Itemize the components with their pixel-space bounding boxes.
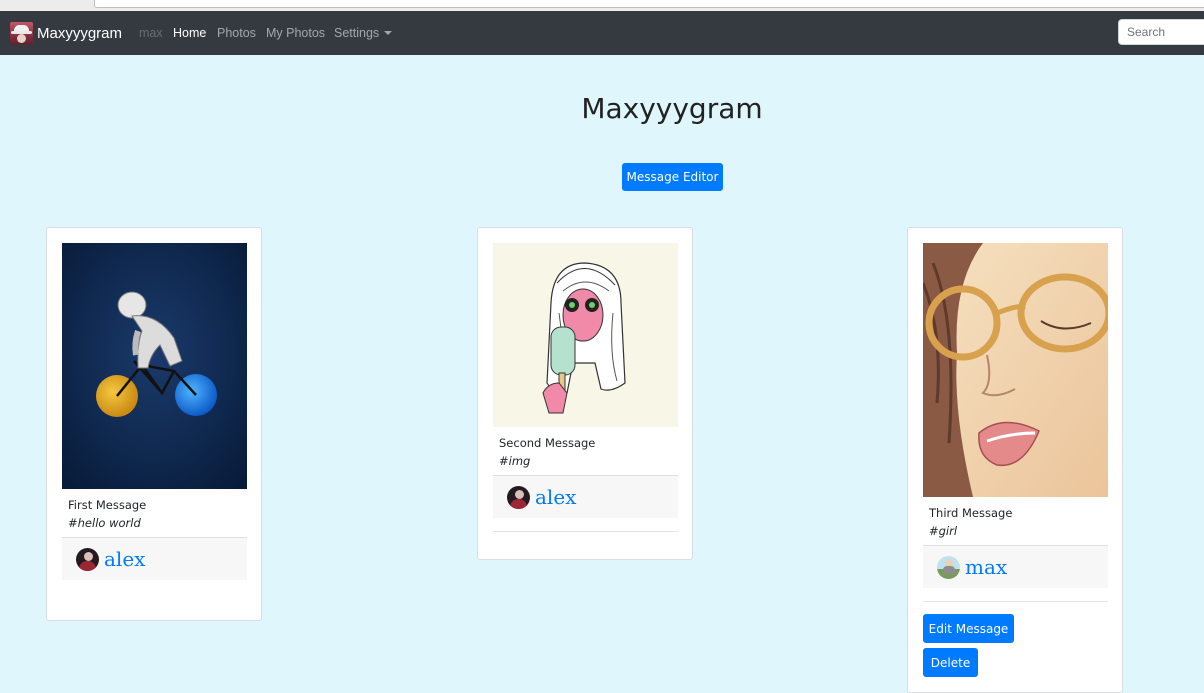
author-link[interactable]: alex bbox=[104, 549, 145, 569]
author-avatar bbox=[76, 547, 99, 571]
address-bar[interactable] bbox=[94, 0, 1204, 8]
message-card: First Message #hello world alex bbox=[46, 227, 262, 621]
nav-settings-dropdown[interactable]: Settings bbox=[334, 26, 393, 40]
brand-name: Maxyyygram bbox=[37, 24, 123, 42]
message-photo[interactable] bbox=[493, 243, 678, 427]
message-tag: #img bbox=[499, 454, 531, 468]
message-tag: #girl bbox=[929, 524, 958, 538]
astronaut-bike-image bbox=[62, 243, 247, 489]
message-card: Third Message #girl max Edit Message Del… bbox=[907, 227, 1123, 693]
author-avatar bbox=[937, 555, 960, 579]
message-photo[interactable] bbox=[62, 243, 247, 489]
message-title: First Message bbox=[68, 498, 147, 512]
author-link[interactable]: alex bbox=[535, 487, 576, 507]
author-avatar bbox=[507, 485, 530, 509]
message-title: Third Message bbox=[929, 506, 1013, 520]
message-editor-button[interactable]: Message Editor bbox=[622, 163, 723, 191]
message-card: Second Message #img alex bbox=[477, 227, 693, 560]
search-input[interactable] bbox=[1118, 19, 1204, 45]
brand-logo-icon bbox=[10, 21, 33, 45]
navbar-brand[interactable]: Maxyyygram bbox=[10, 21, 123, 45]
chevron-down-icon bbox=[384, 31, 393, 35]
author-link[interactable]: max bbox=[965, 557, 1007, 577]
edit-message-button[interactable]: Edit Message bbox=[923, 614, 1014, 643]
message-title: Second Message bbox=[499, 436, 596, 450]
popsicle-girl-image bbox=[493, 243, 678, 427]
browser-chrome bbox=[0, 0, 1204, 11]
card-author-footer: max bbox=[923, 545, 1108, 588]
card-author-footer: alex bbox=[62, 537, 247, 580]
nav-link-home[interactable]: Home bbox=[173, 26, 206, 40]
nav-link-photos[interactable]: Photos bbox=[217, 26, 256, 40]
card-divider bbox=[493, 531, 678, 532]
nav-link-my-photos[interactable]: My Photos bbox=[266, 26, 325, 40]
card-author-footer: alex bbox=[493, 475, 678, 518]
nav-settings-label: Settings bbox=[334, 26, 380, 40]
navbar: Maxyyygram max Home Photos My Photos Set… bbox=[0, 11, 1204, 55]
glasses-girl-image bbox=[923, 243, 1108, 497]
delete-button[interactable]: Delete bbox=[923, 648, 978, 677]
message-photo[interactable] bbox=[923, 243, 1108, 497]
card-divider bbox=[923, 601, 1108, 602]
page-title: Maxyyygram bbox=[581, 92, 763, 125]
message-tag: #hello world bbox=[68, 516, 141, 530]
nav-current-user: max bbox=[139, 26, 163, 40]
